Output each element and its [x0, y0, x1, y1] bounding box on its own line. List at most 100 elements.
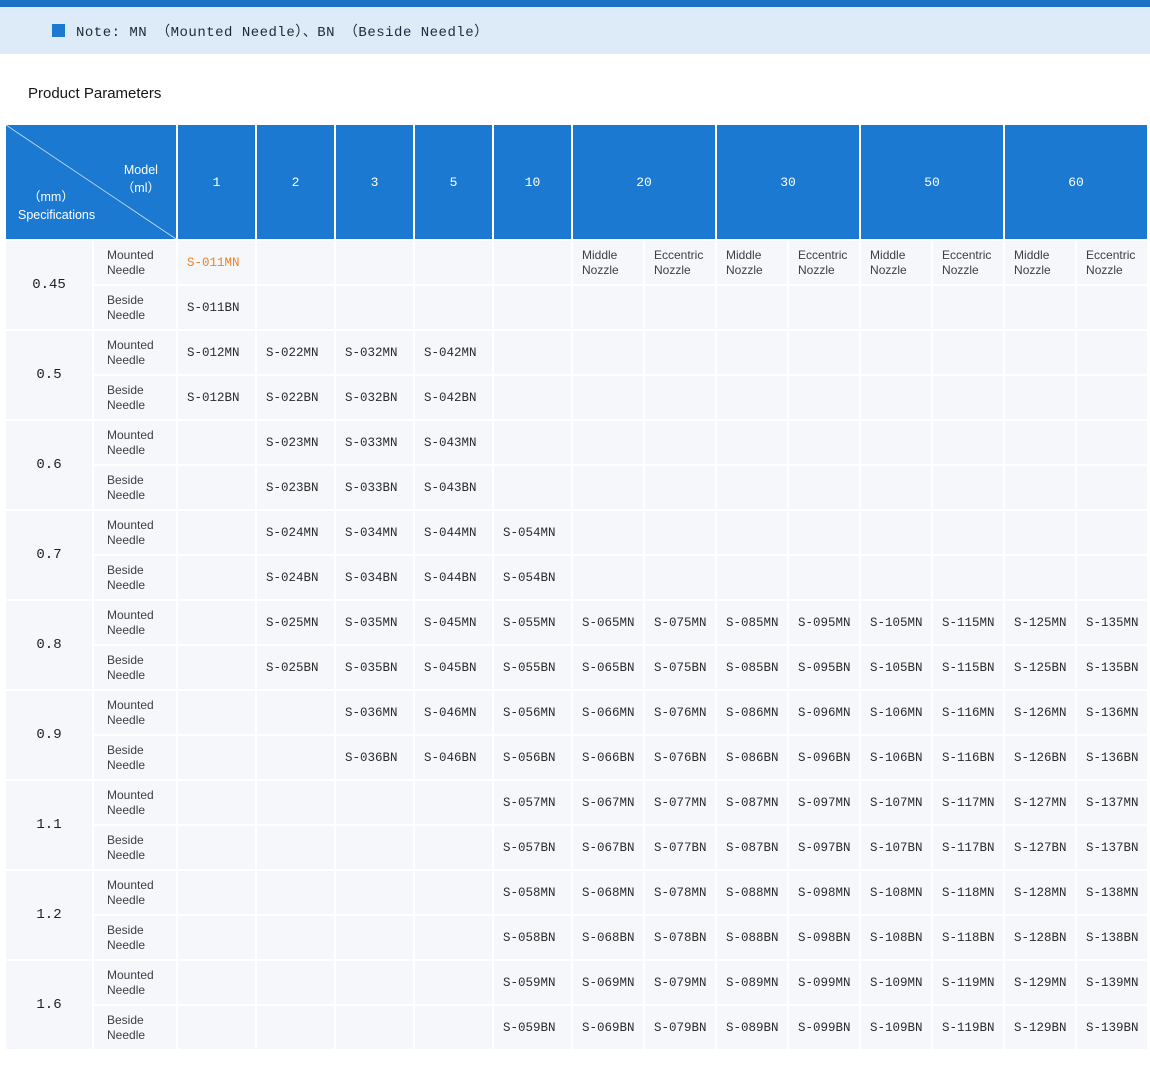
empty-cell — [645, 556, 715, 599]
model-cell: S-085MN — [717, 601, 787, 644]
needle-type-cell: Mounted Needle — [94, 421, 176, 464]
product-parameters-table: Model （ml） （mm） Specifications 1 2 3 5 1… — [4, 123, 1149, 1051]
empty-cell — [178, 961, 255, 1004]
column-header-50ml: 50 — [861, 125, 1003, 239]
empty-cell — [494, 376, 571, 419]
table-row: 0.45Mounted NeedleS-011MNMiddle NozzleEc… — [6, 241, 1147, 284]
column-header-30ml: 30 — [717, 125, 859, 239]
needle-type-cell: Mounted Needle — [94, 331, 176, 374]
empty-cell — [861, 556, 931, 599]
model-cell: S-034MN — [336, 511, 413, 554]
empty-cell — [789, 421, 859, 464]
model-cell: S-032BN — [336, 376, 413, 419]
needle-type-cell: Beside Needle — [94, 466, 176, 509]
needle-type-cell: Mounted Needle — [94, 961, 176, 1004]
empty-cell — [257, 871, 334, 914]
model-cell: S-117BN — [933, 826, 1003, 869]
spec-cell: 1.1 — [6, 781, 92, 869]
model-cell: S-043MN — [415, 421, 492, 464]
model-cell: S-129BN — [1005, 1006, 1075, 1049]
empty-cell — [494, 331, 571, 374]
column-header-3ml: 3 — [336, 125, 413, 239]
empty-cell — [789, 511, 859, 554]
model-cell: S-033MN — [336, 421, 413, 464]
model-cell: S-045MN — [415, 601, 492, 644]
empty-cell — [717, 421, 787, 464]
empty-cell — [494, 421, 571, 464]
model-cell: S-109MN — [861, 961, 931, 1004]
spec-cell: 0.6 — [6, 421, 92, 509]
empty-cell — [178, 871, 255, 914]
empty-cell — [178, 556, 255, 599]
model-cell: S-106MN — [861, 691, 931, 734]
empty-cell — [415, 286, 492, 329]
model-cell: S-125MN — [1005, 601, 1075, 644]
model-cell: S-025MN — [257, 601, 334, 644]
column-header-20ml: 20 — [573, 125, 715, 239]
model-cell: S-046BN — [415, 736, 492, 779]
table-row: Beside NeedleS-023BNS-033BNS-043BN — [6, 466, 1147, 509]
empty-cell — [645, 466, 715, 509]
empty-cell — [494, 466, 571, 509]
table-row: 0.9Mounted NeedleS-036MNS-046MNS-056MNS-… — [6, 691, 1147, 734]
table-row: 0.7Mounted NeedleS-024MNS-034MNS-044MNS-… — [6, 511, 1147, 554]
empty-cell — [178, 466, 255, 509]
empty-cell — [573, 376, 643, 419]
needle-type-cell: Mounted Needle — [94, 691, 176, 734]
nozzle-subheader-cell: Eccentric Nozzle — [1077, 241, 1147, 284]
model-cell: S-068MN — [573, 871, 643, 914]
empty-cell — [415, 871, 492, 914]
nozzle-subheader-cell: Middle Nozzle — [861, 241, 931, 284]
empty-cell — [336, 961, 413, 1004]
empty-cell — [933, 286, 1003, 329]
model-cell: S-023BN — [257, 466, 334, 509]
empty-cell — [494, 286, 571, 329]
model-cell: S-022MN — [257, 331, 334, 374]
nozzle-subheader-cell: Eccentric Nozzle — [645, 241, 715, 284]
table-row: 1.1Mounted NeedleS-057MNS-067MNS-077MNS-… — [6, 781, 1147, 824]
model-cell: S-023MN — [257, 421, 334, 464]
empty-cell — [257, 826, 334, 869]
model-cell: S-128MN — [1005, 871, 1075, 914]
model-cell: S-126MN — [1005, 691, 1075, 734]
nozzle-subheader-cell: Middle Nozzle — [573, 241, 643, 284]
empty-cell — [257, 736, 334, 779]
model-cell: S-025BN — [257, 646, 334, 689]
empty-cell — [789, 466, 859, 509]
empty-cell — [861, 421, 931, 464]
corner-spec-label: （mm） Specifications — [18, 188, 95, 224]
model-cell: S-136BN — [1077, 736, 1147, 779]
model-cell: S-087MN — [717, 781, 787, 824]
model-cell: S-107MN — [861, 781, 931, 824]
empty-cell — [789, 376, 859, 419]
model-cell: S-046MN — [415, 691, 492, 734]
empty-cell — [336, 916, 413, 959]
model-cell: S-044MN — [415, 511, 492, 554]
model-cell: S-055MN — [494, 601, 571, 644]
empty-cell — [861, 511, 931, 554]
model-cell: S-057MN — [494, 781, 571, 824]
model-cell: S-036BN — [336, 736, 413, 779]
model-cell: S-059BN — [494, 1006, 571, 1049]
empty-cell — [178, 1006, 255, 1049]
note-text: Note: MN （Mounted Needle）、BN （Beside Nee… — [76, 21, 489, 41]
empty-cell — [789, 286, 859, 329]
empty-cell — [645, 421, 715, 464]
note-banner: Note: MN （Mounted Needle）、BN （Beside Nee… — [0, 7, 1150, 54]
model-cell: S-088BN — [717, 916, 787, 959]
model-cell: S-139MN — [1077, 961, 1147, 1004]
needle-type-cell: Beside Needle — [94, 916, 176, 959]
section-title: Product Parameters — [28, 85, 1150, 102]
model-cell: S-108MN — [861, 871, 931, 914]
spec-cell: 0.9 — [6, 691, 92, 779]
empty-cell — [178, 646, 255, 689]
empty-cell — [933, 331, 1003, 374]
empty-cell — [645, 331, 715, 374]
empty-cell — [861, 376, 931, 419]
model-cell: S-042MN — [415, 331, 492, 374]
model-cell: S-076BN — [645, 736, 715, 779]
model-cell: S-077BN — [645, 826, 715, 869]
model-cell: S-095MN — [789, 601, 859, 644]
empty-cell — [336, 286, 413, 329]
empty-cell — [257, 1006, 334, 1049]
